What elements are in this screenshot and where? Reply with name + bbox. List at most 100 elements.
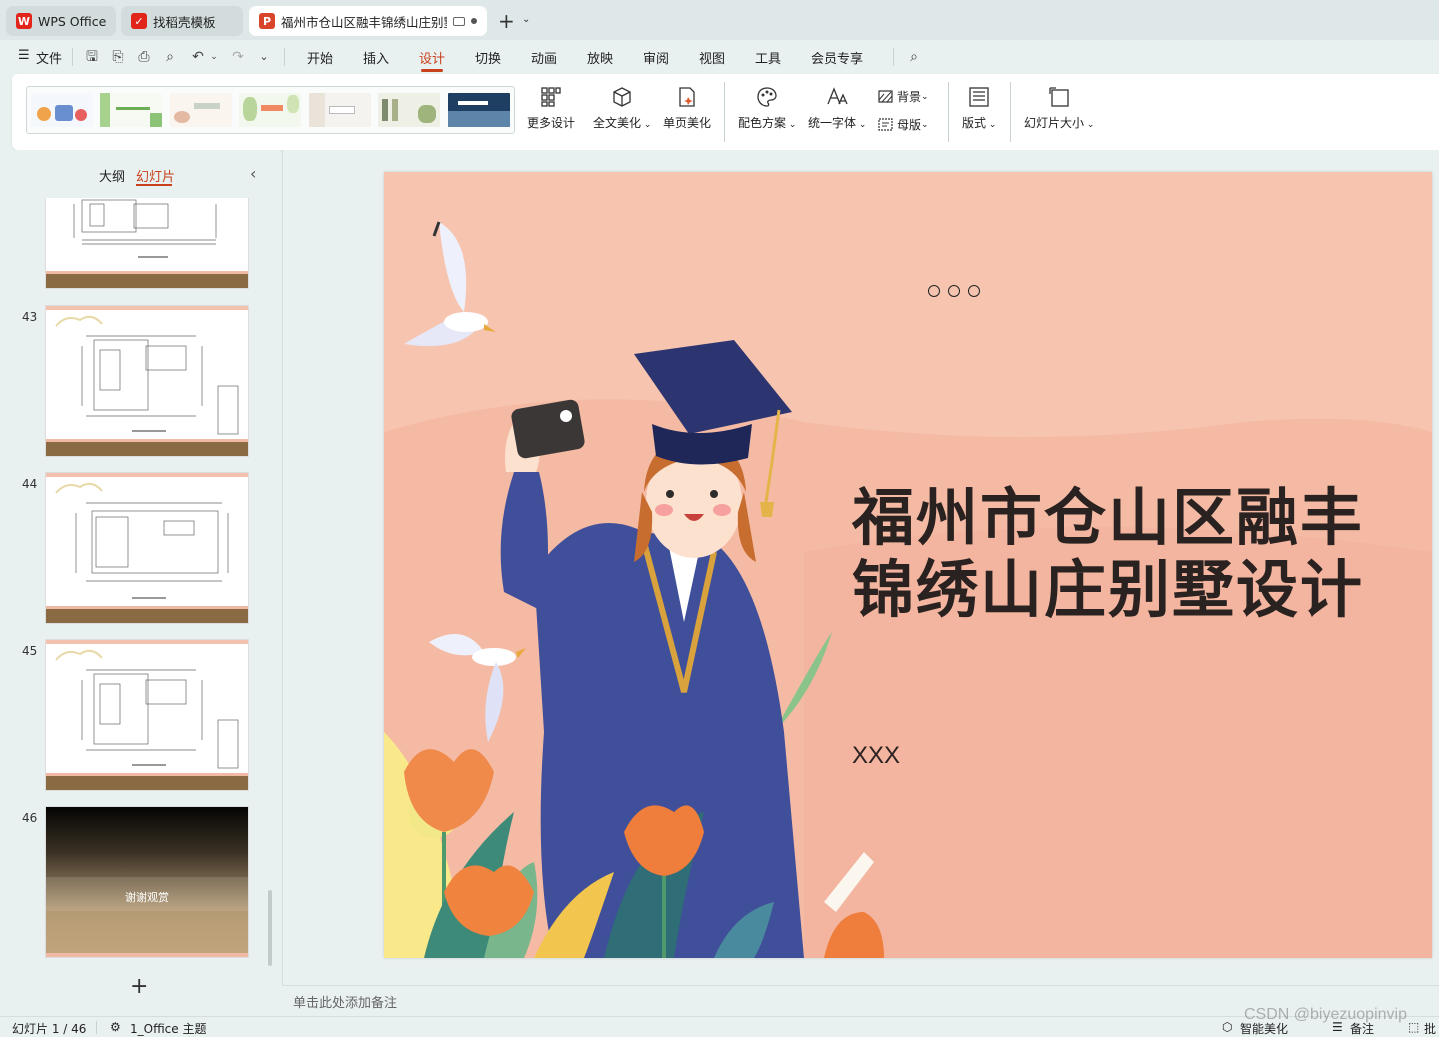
floor-plan-drawing	[55, 315, 239, 435]
menu-tools[interactable]: 工具	[755, 48, 781, 67]
theme-thumbnail[interactable]	[448, 93, 510, 127]
divider	[284, 48, 285, 66]
beautify-all-button[interactable]: 全文美化 ⌄	[593, 86, 651, 131]
menu-design[interactable]: 设计	[419, 48, 445, 67]
dropdown-caret-icon: ⌄	[786, 120, 797, 130]
theme-name[interactable]: 1_Office 主题	[130, 1020, 206, 1037]
undo-dropdown-icon[interactable]: ⌄	[206, 49, 222, 65]
slide-number: 44	[22, 477, 38, 491]
tab-label: 找稻壳模板	[153, 14, 216, 30]
presentation-icon: P	[259, 13, 275, 29]
unify-font-button[interactable]: 统一字体 ⌄	[808, 86, 866, 131]
theme-thumbnail[interactable]	[309, 93, 371, 127]
divider	[948, 82, 949, 142]
divider	[96, 1021, 97, 1034]
menu-member[interactable]: 会员专享	[811, 48, 863, 67]
comment-button[interactable]: 批	[1424, 1020, 1436, 1037]
slide-thumbnail-44[interactable]	[46, 473, 248, 623]
smart-beautify-icon: ⬡	[1222, 1020, 1233, 1034]
monitor-icon	[453, 16, 465, 26]
menu-view[interactable]: 视图	[699, 48, 725, 67]
page-sparkle-icon	[679, 87, 695, 107]
collapse-panel-icon[interactable]: ‹	[250, 164, 256, 183]
print-preview-icon[interactable]: ⌕	[162, 49, 178, 65]
slide-thumbnail-42[interactable]	[46, 198, 248, 288]
floor-plan-drawing	[55, 649, 239, 769]
master-label: 母版	[897, 118, 922, 132]
beautify-single-label: 单页美化	[663, 116, 712, 130]
share-icon[interactable]: ⎘	[110, 49, 126, 65]
undo-icon[interactable]: ↶	[190, 49, 206, 65]
bird-illustration	[404, 221, 496, 347]
floor-plan-drawing	[55, 482, 229, 599]
color-scheme-label: 配色方案	[738, 116, 787, 130]
master-button[interactable]: 母版 ⌄	[878, 116, 929, 133]
background-icon	[878, 90, 893, 103]
slide-title-line: 锦绣山庄别墅设计	[852, 553, 1365, 626]
layout-icon	[969, 87, 989, 107]
menu-home[interactable]: 开始	[307, 48, 333, 67]
new-tab-button[interactable]: +	[498, 9, 515, 33]
more-design-label: 更多设计	[527, 116, 576, 130]
background-button[interactable]: 背景 ⌄	[878, 88, 929, 105]
unsaved-dot-icon	[471, 18, 477, 24]
more-design-button[interactable]: 更多设计	[527, 86, 575, 131]
theme-icon: ⚙	[110, 1020, 121, 1034]
slide-size-button[interactable]: 幻灯片大小 ⌄	[1024, 86, 1094, 131]
palette-icon	[757, 87, 777, 107]
circle-icon	[968, 285, 980, 297]
color-scheme-button[interactable]: 配色方案 ⌄	[738, 86, 796, 131]
theme-thumbnail[interactable]	[239, 93, 301, 127]
tab-label: WPS Office	[38, 13, 106, 29]
theme-thumbnail[interactable]	[378, 93, 440, 127]
thumb-decor	[46, 953, 248, 957]
menu-animation[interactable]: 动画	[531, 48, 557, 67]
tab-wps-office[interactable]: W WPS Office	[6, 6, 116, 36]
save-icon[interactable]: 🖫	[84, 49, 100, 65]
thanks-text: 谢谢观赏	[125, 891, 169, 904]
add-slide-button[interactable]: +	[130, 974, 148, 999]
redo-icon[interactable]: ↷	[230, 49, 246, 65]
beautify-single-button[interactable]: 单页美化	[663, 86, 711, 131]
layout-label: 版式	[962, 116, 987, 130]
menu-slideshow[interactable]: 放映	[587, 48, 613, 67]
menu-insert[interactable]: 插入	[363, 48, 389, 67]
dropdown-caret-icon: ⌄	[986, 120, 997, 130]
slide-thumbnail-list: 43 44 45 46 谢谢观赏	[0, 198, 280, 968]
dropdown-caret-icon: ⌄	[921, 91, 929, 102]
panel-scrollbar[interactable]	[268, 890, 272, 966]
slide-thumbnail-46[interactable]: 谢谢观赏	[46, 807, 248, 957]
print-icon[interactable]: ⎙	[136, 49, 152, 65]
beautify-all-label: 全文美化	[593, 116, 642, 130]
hamburger-menu-icon[interactable]: ☰	[18, 48, 30, 63]
slide-thumbnail-45[interactable]	[46, 640, 248, 790]
unify-font-label: 统一字体	[808, 116, 857, 130]
thumb-decor	[46, 442, 248, 456]
divider	[72, 48, 73, 66]
slide-subtitle[interactable]: XXX	[852, 742, 900, 770]
menu-transition[interactable]: 切换	[475, 48, 501, 67]
more-quick-access-icon[interactable]: ⌄	[256, 49, 272, 65]
divider	[724, 82, 725, 142]
slide-title-line: 福州市仓山区融丰	[852, 481, 1365, 554]
slide-thumbnail-43[interactable]	[46, 306, 248, 456]
slide-panel: 大纲 幻灯片 ‹ 43 44 45 46 谢谢观赏 +	[0, 150, 280, 1016]
search-icon[interactable]: ⌕	[906, 49, 922, 65]
slide-title[interactable]: 福州市仓山区融丰 锦绣山庄别墅设计	[852, 482, 1412, 626]
active-menu-indicator	[421, 69, 443, 72]
theme-thumbnail[interactable]	[170, 93, 232, 127]
tab-current-document[interactable]: P 福州市仓山区融丰锦绣山庄别墅	[249, 6, 487, 36]
theme-thumbnail[interactable]	[31, 93, 93, 127]
dropdown-caret-icon: ⌄	[1084, 120, 1095, 130]
theme-thumbnail[interactable]	[100, 93, 162, 127]
layout-button[interactable]: 版式 ⌄	[962, 86, 996, 131]
thumb-decor	[46, 274, 248, 288]
tab-docer-templates[interactable]: ✓ 找稻壳模板	[121, 6, 243, 36]
menu-file[interactable]: 文件	[36, 48, 62, 67]
menu-review[interactable]: 审阅	[643, 48, 669, 67]
current-slide[interactable]: 福州市仓山区融丰 锦绣山庄别墅设计 XXX	[384, 172, 1432, 958]
tab-outline[interactable]: 大纲	[99, 166, 125, 185]
tab-slides[interactable]: 幻灯片	[136, 166, 175, 185]
design-ribbon: 更多设计 全文美化 ⌄ 单页美化 配色方案 ⌄ 统一字体 ⌄ 背景 ⌄ 母版 ⌄…	[12, 74, 1439, 150]
chevron-down-icon[interactable]: ⌄	[522, 14, 530, 25]
